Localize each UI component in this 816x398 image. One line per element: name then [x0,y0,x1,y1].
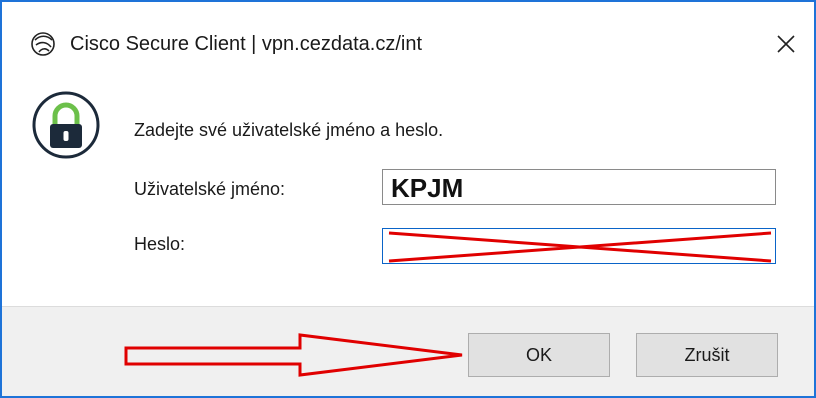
window-title: Cisco Secure Client | vpn.cezdata.cz/int [70,33,423,55]
cancel-button[interactable]: Zrušit [636,333,778,377]
button-bar: OK Zrušit [2,306,814,396]
red-arrow-annotation [124,333,463,377]
username-label: Uživatelské jméno: [134,179,286,199]
ok-button[interactable]: OK [468,333,610,377]
close-button[interactable] [766,26,806,62]
password-input[interactable] [382,228,776,264]
red-cross-annotation [388,231,772,263]
title-bar: Cisco Secure Client | vpn.cezdata.cz/int [2,2,814,86]
globe-icon [31,32,55,56]
login-dialog: Cisco Secure Client | vpn.cezdata.cz/int… [0,0,816,398]
lock-icon [32,91,100,159]
instruction-text: Zadejte své uživatelské jméno a heslo. [134,120,444,140]
close-icon [777,35,795,53]
username-value: KPJM [391,173,464,203]
password-label: Heslo: [134,234,186,254]
username-input[interactable]: KPJM [382,169,776,205]
